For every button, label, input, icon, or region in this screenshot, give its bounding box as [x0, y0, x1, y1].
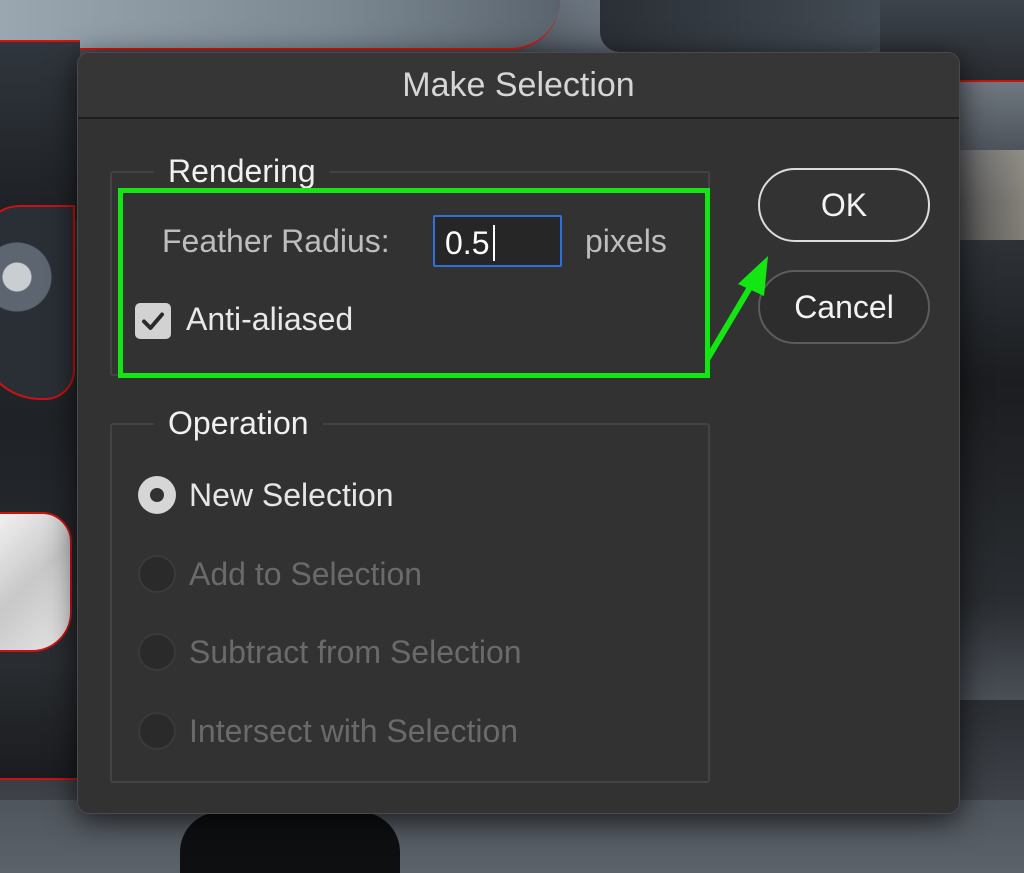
radio-label: Add to Selection — [189, 555, 423, 592]
arrow-up-right-icon — [705, 256, 768, 361]
radio-label: Intersect with Selection — [189, 712, 519, 749]
car-hood — [0, 40, 80, 220]
car-bumper — [0, 660, 80, 780]
annotation-highlight-box — [118, 188, 710, 378]
car-side-window — [600, 0, 900, 52]
radio-unselected-icon — [138, 633, 176, 671]
radio-subtract-from-selection: Subtract from Selection — [138, 633, 522, 671]
ok-button[interactable]: OK — [758, 168, 930, 242]
car-headlight — [0, 205, 75, 400]
cancel-button[interactable]: Cancel — [758, 270, 930, 344]
dialog-titlebar[interactable]: Make Selection — [78, 53, 959, 119]
operation-legend: Operation — [154, 399, 323, 447]
radio-label: New Selection — [189, 476, 394, 513]
radio-unselected-icon — [138, 555, 176, 593]
radio-intersect-with-selection: Intersect with Selection — [138, 712, 518, 750]
make-selection-dialog: Make Selection Rendering Feather Radius:… — [77, 52, 960, 814]
car-tire — [180, 812, 400, 873]
car-reflection — [960, 150, 1024, 240]
radio-add-to-selection: Add to Selection — [138, 555, 422, 593]
car-fog-light — [0, 512, 72, 652]
car-windshield — [0, 0, 560, 50]
radio-selected-icon — [138, 476, 176, 514]
dialog-title: Make Selection — [402, 65, 635, 104]
radio-unselected-icon — [138, 712, 176, 750]
radio-label: Subtract from Selection — [189, 633, 522, 670]
radio-new-selection[interactable]: New Selection — [138, 476, 394, 514]
